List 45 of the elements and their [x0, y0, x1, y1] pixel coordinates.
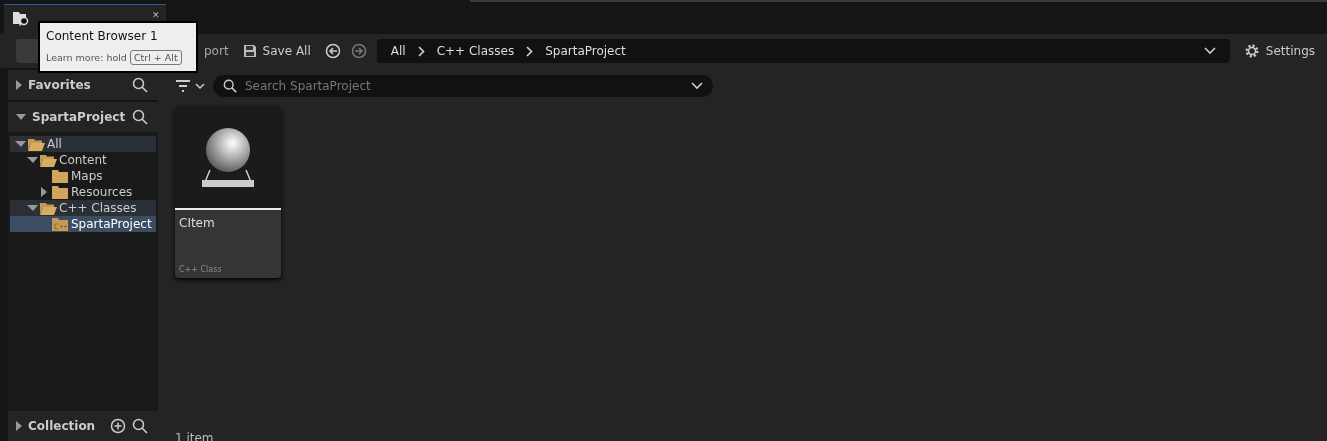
folder-tree-item[interactable]: Content	[10, 152, 156, 168]
search-field[interactable]: Search SpartaProject	[213, 75, 713, 97]
open-folder-icon	[28, 137, 45, 151]
chevron-right-icon	[526, 45, 534, 57]
search-icon	[223, 79, 237, 93]
settings-button[interactable]: Settings	[1239, 43, 1319, 59]
search-input[interactable]: Search SpartaProject	[243, 78, 685, 94]
folder-search-icon	[12, 10, 30, 26]
open-folder-icon	[40, 153, 57, 167]
breadcrumb-item[interactable]: C++ Classes	[436, 44, 515, 58]
back-icon[interactable]	[324, 43, 341, 59]
shortcut-key: Ctrl + Alt	[129, 50, 182, 65]
asset-tile[interactable]: CItem C++ Class	[175, 106, 281, 278]
save-icon	[242, 44, 257, 58]
asset-type: C++ Class	[179, 265, 223, 274]
search-icon[interactable]	[132, 109, 148, 125]
folder-tree-item[interactable]: SpartaProject	[10, 216, 156, 232]
chevron-down-icon[interactable]	[1203, 47, 1216, 55]
collections-header[interactable]: Collection	[8, 411, 158, 441]
expand-arrow-icon[interactable]	[16, 114, 26, 120]
add-icon[interactable]	[110, 418, 126, 434]
project-header[interactable]: SpartaProject	[8, 100, 158, 132]
open-folder-icon	[40, 201, 57, 215]
filter-icon[interactable]	[175, 79, 205, 93]
sphere-actor-drawing	[200, 126, 256, 188]
breadcrumb-item[interactable]: All	[390, 44, 406, 58]
folder-tree-item[interactable]: All	[10, 136, 156, 152]
import-button[interactable]: port	[204, 44, 229, 58]
tooltip-hint: Learn more: hold	[46, 52, 127, 63]
chevron-right-icon	[417, 45, 425, 57]
save-all-button[interactable]: Save All	[238, 44, 315, 58]
asset-name: CItem	[179, 216, 216, 232]
chevron-down-icon	[691, 82, 703, 90]
forward-icon[interactable]	[350, 43, 367, 59]
expand-arrow-icon[interactable]	[16, 80, 22, 90]
folder-icon	[52, 169, 69, 183]
close-icon[interactable]: ✕	[152, 10, 160, 20]
settings-icon	[1243, 43, 1260, 59]
folder-tree-item[interactable]: C++ Classes	[10, 200, 156, 216]
search-icon[interactable]	[132, 77, 148, 93]
search-icon[interactable]	[132, 418, 148, 434]
breadcrumb-item[interactable]: SpartaProject	[545, 44, 626, 58]
expand-arrow-icon[interactable]	[16, 421, 22, 431]
cpp-folder-icon	[52, 217, 69, 231]
folder-tree-item[interactable]: Maps	[10, 168, 156, 184]
